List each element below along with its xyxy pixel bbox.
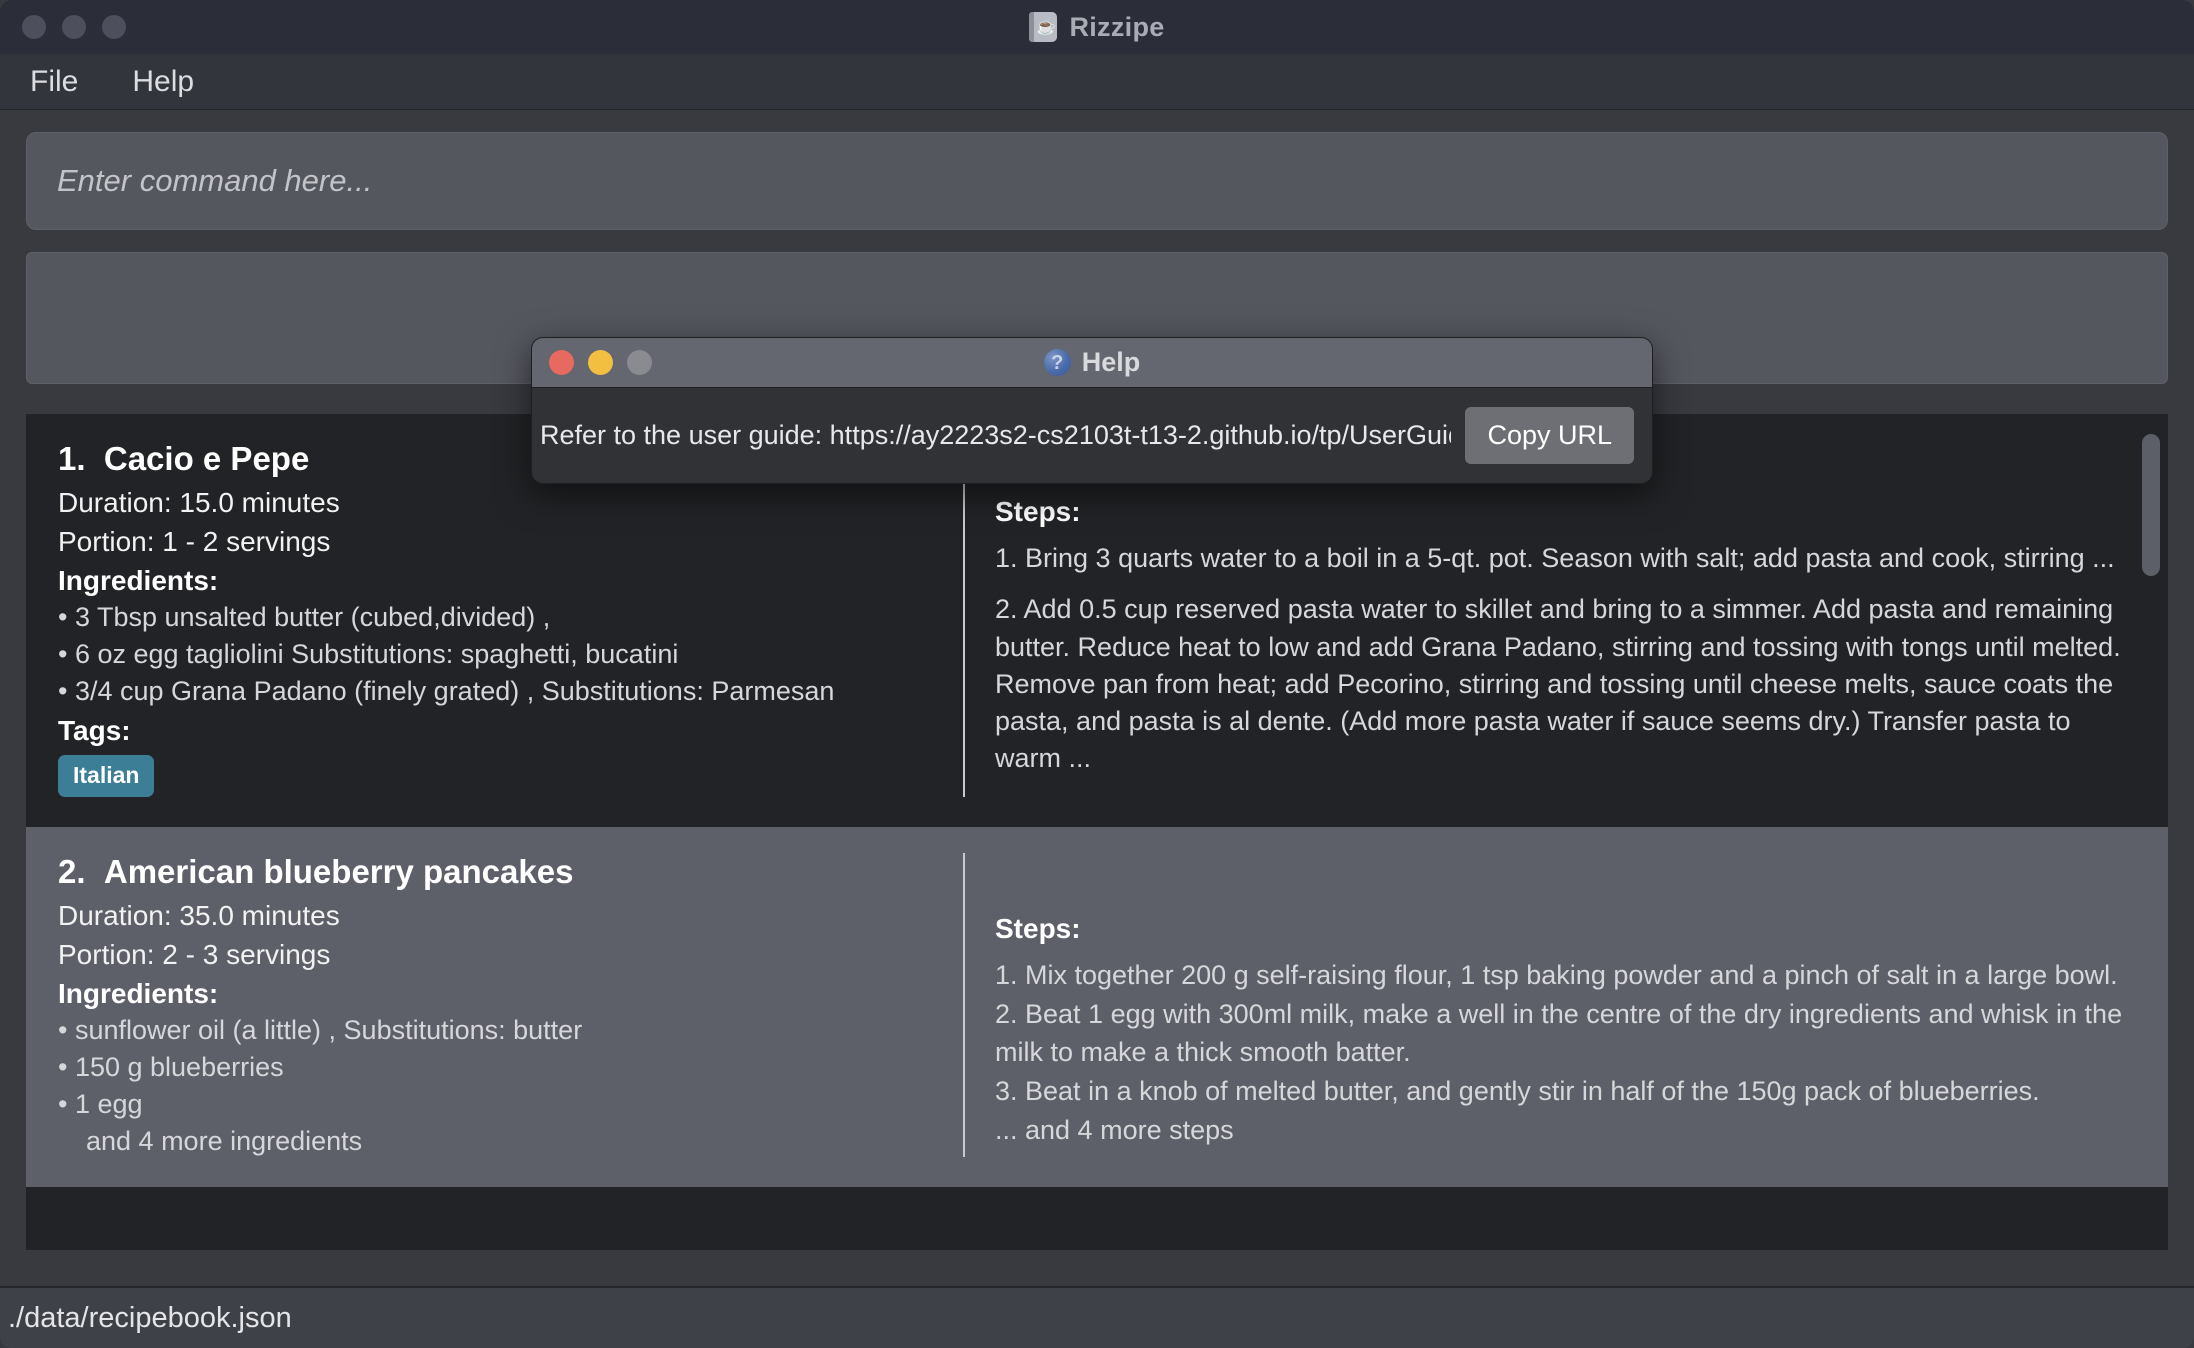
command-section: Enter command here... <box>0 110 2194 230</box>
step-item: 2. Beat 1 egg with 300ml milk, make a we… <box>995 999 2123 1067</box>
ingredient-item: • 3 Tbsp unsalted butter (cubed,divided)… <box>58 602 551 632</box>
window-traffic-lights <box>0 15 126 39</box>
step-item: 3. Beat in a knob of melted butter, and … <box>995 1075 2040 1106</box>
recipe-title: 2. American blueberry pancakes <box>58 853 935 891</box>
help-dialog-titlebar: ? Help <box>532 338 1652 388</box>
command-input[interactable]: Enter command here... <box>26 132 2168 230</box>
window-titlebar: ☕ Rizzipe <box>0 0 2194 54</box>
ingredient-item: • sunflower oil (a little) , Substitutio… <box>58 1015 583 1045</box>
recipe-steps-column: Steps: 1. Mix together 200 g self-raisin… <box>995 853 2136 1157</box>
recipe-steps-column: Steps: 1. Bring 3 quarts water to a boil… <box>995 440 2136 797</box>
recipe-list: 1. Cacio e Pepe Duration: 15.0 minutes P… <box>26 414 2168 1250</box>
recipe-details-column: 2. American blueberry pancakes Duration:… <box>58 853 963 1157</box>
card-column-divider <box>963 853 965 1157</box>
help-dialog-minimize-button[interactable] <box>588 350 613 375</box>
more-steps-note: ... and 4 more steps <box>995 1115 1234 1145</box>
ingredients-label: Ingredients: <box>58 978 219 1009</box>
step-item: 1. Mix together 200 g self-raising flour… <box>995 960 2118 990</box>
steps-label: Steps: <box>995 496 1081 527</box>
help-dialog-title: Help <box>1081 347 1141 377</box>
recipe-details-column: 1. Cacio e Pepe Duration: 15.0 minutes P… <box>58 440 963 797</box>
recipe-duration: Duration: 15.0 minutes <box>58 487 340 518</box>
scrollbar-thumb[interactable] <box>2142 434 2160 576</box>
recipe-name: Cacio e Pepe <box>103 440 310 477</box>
help-dialog-traffic-lights <box>532 350 652 375</box>
tag-row: Italian <box>58 755 935 797</box>
ingredient-item: • 6 oz egg tagliolini Substitutions: spa… <box>58 639 679 669</box>
recipe-book-icon: ☕ <box>1029 12 1058 42</box>
recipe-list-item[interactable]: 2. American blueberry pancakes Duration:… <box>26 827 2168 1187</box>
recipe-portion: Portion: 2 - 3 servings <box>58 939 331 970</box>
recipe-list-panel: 1. Cacio e Pepe Duration: 15.0 minutes P… <box>26 414 2168 1250</box>
recipe-duration: Duration: 35.0 minutes <box>58 900 340 931</box>
recipe-portion: Portion: 1 - 2 servings <box>58 526 331 557</box>
ingredient-item: • 150 g blueberries <box>58 1052 284 1082</box>
recipe-tag[interactable]: Italian <box>58 755 155 797</box>
step-item: 1. Bring 3 quarts water to a boil in a 5… <box>995 543 2115 573</box>
recipe-index: 1. <box>58 440 86 477</box>
statusbar: ./data/recipebook.json <box>0 1286 2194 1348</box>
menu-file[interactable]: File <box>26 63 82 101</box>
recipe-index: 2. <box>58 853 86 890</box>
help-dialog-maximize-button[interactable] <box>627 350 652 375</box>
command-input-placeholder: Enter command here... <box>57 163 373 198</box>
step-item: 2. Add 0.5 cup reserved pasta water to s… <box>995 594 2121 774</box>
help-dialog-content: Refer to the user guide: https://ay2223s… <box>532 388 1652 483</box>
question-mark-icon: ? <box>1043 349 1071 376</box>
steps-label: Steps: <box>995 913 1081 944</box>
window-close-button[interactable] <box>22 15 46 39</box>
menu-help[interactable]: Help <box>128 63 198 101</box>
ingredient-item: • 1 egg <box>58 1089 143 1119</box>
list-bottom-spacer <box>0 1250 2194 1286</box>
copy-url-button[interactable]: Copy URL <box>1465 407 1634 464</box>
help-dialog-close-button[interactable] <box>549 350 574 375</box>
menubar: File Help <box>0 54 2194 110</box>
window-minimize-button[interactable] <box>62 15 86 39</box>
more-ingredients-note: and 4 more ingredients <box>86 1126 363 1156</box>
app-window: ☕ Rizzipe File Help Enter command here..… <box>0 0 2194 1348</box>
app-body: Enter command here... 1. Cacio e Pepe Du… <box>0 110 2194 1286</box>
ingredients-label: Ingredients: <box>58 565 219 596</box>
help-dialog: ? Help Refer to the user guide: https://… <box>531 337 1653 484</box>
window-title: Rizzipe <box>1069 11 1165 42</box>
ingredient-item: • 3/4 cup Grana Padano (finely grated) ,… <box>58 676 835 706</box>
tags-label: Tags: <box>58 715 131 746</box>
help-dialog-message: Refer to the user guide: https://ay2223s… <box>540 420 1452 450</box>
recipe-list-scrollbar[interactable] <box>2142 428 2160 1236</box>
recipe-name: American blueberry pancakes <box>103 853 574 890</box>
card-column-divider <box>963 440 965 797</box>
save-location-path: ./data/recipebook.json <box>8 1301 292 1334</box>
window-maximize-button[interactable] <box>102 15 126 39</box>
